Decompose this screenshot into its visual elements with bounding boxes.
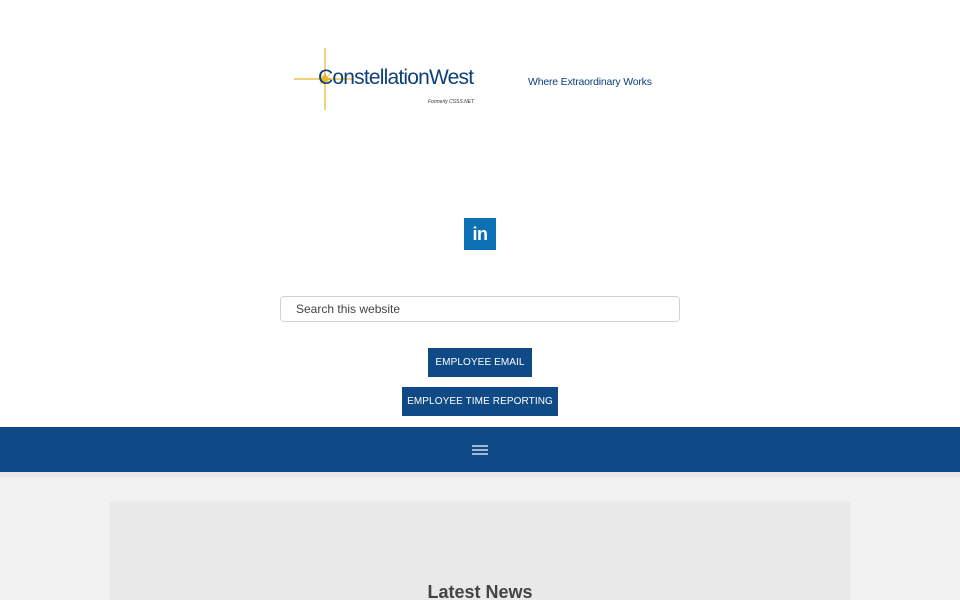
linkedin-link[interactable]: in [464, 218, 496, 250]
logo-word-constellation: Constellation [318, 66, 430, 89]
main-navigation-bar [0, 427, 960, 472]
site-header: ConstellationWest Formerly CSSS.NET Wher… [0, 0, 960, 427]
site-logo[interactable]: ConstellationWest Formerly CSSS.NET [294, 46, 484, 112]
logo-formerly-text: Formerly CSSS.NET [428, 99, 475, 105]
latest-news-heading: Latest News [427, 582, 533, 600]
latest-news-section: Latest News [110, 502, 850, 600]
search-input[interactable] [280, 296, 680, 322]
employee-email-button[interactable]: EMPLOYEE EMAIL [428, 348, 532, 377]
linkedin-icon: in [472, 223, 489, 244]
site-tagline: Where Extraordinary Works [528, 76, 652, 88]
menu-icon-line [472, 452, 488, 455]
menu-icon-line [472, 444, 488, 447]
menu-icon[interactable] [472, 444, 488, 455]
menu-icon-line [472, 448, 488, 451]
logo-word-west: West [429, 66, 474, 89]
employee-time-reporting-button[interactable]: EMPLOYEE TIME REPORTING [402, 387, 558, 416]
logo-wordmark: ConstellationWest [318, 66, 474, 90]
